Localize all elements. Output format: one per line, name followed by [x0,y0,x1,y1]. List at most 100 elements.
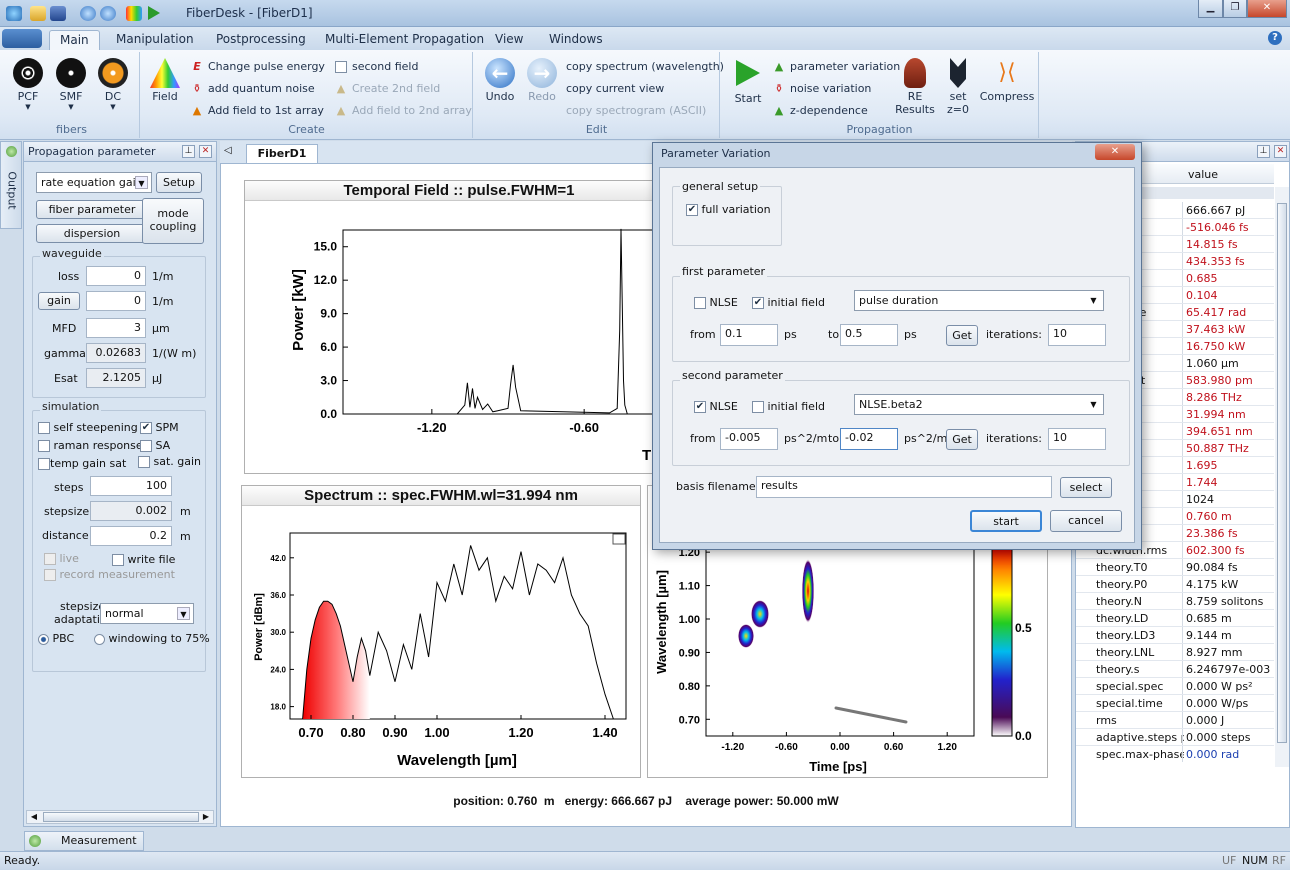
p1-nlse-checkbox[interactable]: NLSE [694,296,738,309]
save-icon[interactable] [50,6,66,21]
tab-main[interactable]: Main [49,30,100,50]
pin-icon[interactable]: ⊥ [182,145,195,158]
redo-button[interactable]: → Redo [522,58,562,103]
help-icon[interactable]: ? [1268,31,1282,45]
param1-select[interactable]: pulse duration ▼ [854,290,1104,311]
results-close-icon[interactable]: ✕ [1274,145,1287,158]
result-row[interactable]: spec.max-phase 0.000 rad [1076,746,1274,762]
field-button[interactable]: Field [145,58,185,103]
z-dependence-command[interactable]: ▲ z-dependence [773,104,868,117]
live-checkbox[interactable]: live [44,552,79,565]
raman-checkbox[interactable]: raman response [38,439,143,452]
result-row[interactable]: theory.s 6.246797e-003 [1076,661,1274,678]
tab-fiberd1[interactable]: FiberD1 [246,144,318,163]
pbc-radio[interactable]: PBC [38,632,74,645]
copy-spectrum-command[interactable]: copy spectrum (wavelength) [566,60,724,73]
copy-spectrogram-command[interactable]: copy spectrogram (ASCII) [566,104,706,117]
horizontal-scrollbar[interactable]: ◀ ▶ [26,810,214,824]
panel-close-icon[interactable]: ✕ [199,145,212,158]
p2-to-input[interactable]: -0.02 [840,428,898,450]
p2-iterations-input[interactable]: 10 [1048,428,1106,450]
loss-input[interactable]: 0 [86,266,146,286]
minimize-button[interactable]: ▁ [1198,0,1223,18]
p1-get-button[interactable]: Get [946,325,978,346]
p1-from-input[interactable]: 0.1 [720,324,778,346]
p2-get-button[interactable]: Get [946,429,978,450]
spm-checkbox[interactable]: ✔ SPM [140,421,179,434]
dc-button[interactable]: DC ▼ [93,58,133,111]
gain-input[interactable]: 0 [86,291,146,311]
maximize-button[interactable]: ❐ [1223,0,1247,18]
p1-initial-field-checkbox[interactable]: ✔ initial field [752,296,825,309]
compress-button[interactable]: ⟩⟨ Compress [979,58,1035,103]
undo-button[interactable]: ← Undo [480,58,520,103]
adaptation-select[interactable]: normal ▼ [100,603,194,624]
tab-view[interactable]: View [485,30,533,50]
mfd-input[interactable]: 3 [86,318,146,338]
dialog-cancel-button[interactable]: cancel [1050,510,1122,532]
windowing-radio[interactable]: windowing to 75% [94,632,210,645]
fiber-parameter-button[interactable]: fiber parameter [36,200,148,219]
distance-input[interactable]: 0.2 [90,526,172,546]
scroll-thumb[interactable] [43,812,199,822]
play-icon[interactable] [148,6,160,20]
scroll-right-icon[interactable]: ▶ [199,811,213,823]
app-menu-button[interactable] [2,29,42,48]
add-2nd-command[interactable]: ▲ Add field to 2nd array [335,104,472,117]
dispersion-button[interactable]: dispersion [36,224,148,243]
re-results-button[interactable]: RE Results [895,58,935,116]
p2-initial-field-checkbox[interactable]: initial field [752,400,825,413]
p2-from-input[interactable]: -0.005 [720,428,778,450]
set-z0-button[interactable]: set z=0 [941,58,975,116]
noise-variation-command[interactable]: ⚱ noise variation [773,82,871,95]
results-pin-icon[interactable]: ⊥ [1257,145,1270,158]
p1-iterations-input[interactable]: 10 [1048,324,1106,346]
forward-icon[interactable] [100,6,116,21]
p2-nlse-checkbox[interactable]: ✔ NLSE [694,400,738,413]
vertical-scrollbar[interactable] [1275,187,1289,767]
create-2nd-command[interactable]: ▲ Create 2nd field [335,82,440,95]
copy-view-command[interactable]: copy current view [566,82,664,95]
spectrum-plot-svg[interactable]: Power [dBm] 42.0 36.0 30.0 24.0 18.0 0.70 0.8… [242,507,640,777]
second-field-toggle[interactable]: second field [335,60,418,73]
scroll-left-icon[interactable]: ◀ [27,811,41,823]
parameter-variation-command[interactable]: ▲ parameter variation [773,60,900,73]
tab-postprocessing[interactable]: Postprocessing [206,30,316,50]
pcf-button[interactable]: PCF ▼ [8,58,48,111]
select-button[interactable]: select [1060,477,1112,498]
temp-gain-checkbox[interactable]: temp gain sat [38,457,126,470]
measurement-tab[interactable]: Measurement [24,831,144,851]
sat-gain-checkbox[interactable]: sat. gain [138,455,201,468]
result-row[interactable]: theory.LNL 8.927 mm [1076,644,1274,661]
spectrum-icon[interactable] [126,6,142,21]
temporal-plot-svg[interactable]: Power [kW] 15.0 12.0 9.0 6.0 3.0 0.0 -1.20 -0.… [245,202,673,474]
setup-button[interactable]: Setup > [156,172,202,208]
gain-model-select[interactable]: rate equation gain ▼ [36,172,152,193]
steps-input[interactable]: 100 [90,476,172,496]
param2-select[interactable]: NLSE.beta2 ▼ [854,394,1104,415]
gain-button[interactable]: gain [38,292,80,310]
mode-coupling-button[interactable]: mode coupling [142,198,204,244]
result-row[interactable]: theory.LD3 9.144 m [1076,627,1274,644]
add-field-command[interactable]: ▲ Add field to 1st array [191,104,324,117]
tab-scroll-left-icon[interactable]: ◁ [224,145,232,156]
basis-filename-input[interactable]: results [756,476,1052,498]
result-row[interactable]: theory.LD 0.685 m [1076,610,1274,627]
start-button[interactable]: Start [727,58,769,105]
full-variation-checkbox[interactable]: ✔ full variation [686,203,771,216]
self-steepening-checkbox[interactable]: self steepening [38,421,138,434]
back-icon[interactable] [80,6,96,21]
result-row[interactable]: theory.P0 4.175 kW [1076,576,1274,593]
write-file-checkbox[interactable]: write file [112,553,175,566]
smf-button[interactable]: SMF ▼ [51,58,91,111]
result-row[interactable]: adaptive.steps per0.000 steps [1076,729,1274,746]
result-row[interactable]: special.time 0.000 W/ps [1076,695,1274,712]
open-folder-icon[interactable] [30,6,46,21]
record-checkbox[interactable]: record measurement [44,568,175,581]
close-button[interactable]: ✕ [1247,0,1287,18]
change-energy-command[interactable]: E Change pulse energy [191,60,325,73]
result-row[interactable]: special.spec 0.000 W ps² [1076,678,1274,695]
p1-to-input[interactable]: 0.5 [840,324,898,346]
result-row[interactable]: rms 0.000 J [1076,712,1274,729]
expand-icon[interactable] [612,533,626,545]
